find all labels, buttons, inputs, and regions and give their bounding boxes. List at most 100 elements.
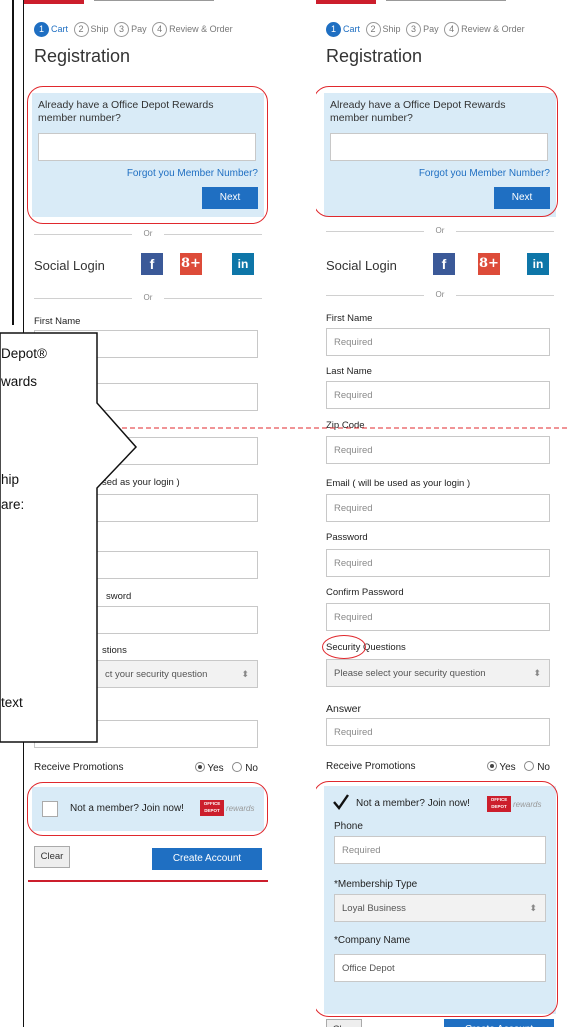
google-plus-icon[interactable]: 8+ [180, 253, 202, 275]
field-placeholder: Required [334, 445, 373, 456]
footer-red-line [28, 880, 268, 882]
clear-button[interactable]: Clear [326, 1019, 362, 1027]
step-number: 1 [326, 22, 341, 37]
step-number: 3 [114, 22, 130, 37]
or-divider: Or [326, 290, 554, 300]
linkedin-icon[interactable]: in [527, 253, 549, 275]
email-label: Email ( will be used as your login ) [326, 478, 471, 489]
confirm-password-field[interactable]: Required [326, 603, 550, 631]
step-ship[interactable]: 2 Ship [73, 22, 109, 37]
header-divider [94, 0, 214, 1]
last-name-field[interactable] [34, 383, 258, 411]
yes-radio[interactable] [194, 762, 205, 772]
step-label: Pay [131, 24, 147, 34]
confirm-password-field[interactable] [34, 606, 258, 634]
no-label: No [537, 762, 550, 773]
field-placeholder: Required [334, 503, 373, 514]
promotions-row: Receive Promotions Yes No [326, 761, 550, 773]
clear-button[interactable]: Clear [34, 846, 70, 868]
promotions-radios: Yes No [189, 762, 258, 774]
facebook-icon[interactable]: f [141, 253, 163, 275]
step-cart[interactable]: 1 Cart [326, 22, 360, 37]
security-questions-label: stions [102, 645, 127, 656]
answer-label: Answer [326, 703, 362, 715]
registration-panel-after: 1 Cart 2 Ship 3 Pay 4 Review & Order Registr… [316, 0, 569, 1027]
brand-strip [24, 0, 84, 4]
step-label: Ship [90, 24, 109, 34]
no-radio[interactable] [232, 762, 243, 772]
answer-field[interactable] [34, 720, 258, 748]
step-cart[interactable]: 1 Cart [34, 22, 68, 37]
field-placeholder: Required [334, 558, 373, 569]
step-label: Review & Order [169, 24, 233, 34]
yes-label: Yes [499, 762, 516, 773]
step-number: 2 [73, 22, 89, 37]
no-label: No [245, 763, 258, 774]
brand-strip [316, 0, 376, 4]
left-frame-border [12, 0, 14, 325]
security-question-select[interactable]: Please select your security question ⬍ [326, 659, 550, 687]
field-placeholder: Required [334, 612, 373, 623]
email-field[interactable]: Required [326, 494, 550, 522]
or-divider: Or [326, 226, 554, 236]
yes-label: Yes [207, 763, 224, 774]
callout-line-3: hip [1, 472, 20, 487]
step-number: 1 [34, 22, 49, 37]
create-account-button[interactable]: Create Account [444, 1019, 554, 1027]
security-question-select[interactable]: ct your security question ⬍ [34, 660, 258, 688]
callout-line-4: are: [1, 497, 25, 512]
email-field[interactable] [34, 494, 258, 522]
checkout-steps: 1 Cart 2 Ship 3 Pay 4 Review & Order [326, 22, 528, 37]
facebook-icon[interactable]: f [433, 253, 455, 275]
step-label: Pay [423, 24, 439, 34]
promotions-label: Receive Promotions [326, 761, 416, 772]
page-title: Registration [34, 46, 131, 66]
step-label: Ship [382, 24, 401, 34]
promotions-radios: Yes No [481, 761, 550, 773]
google-plus-icon[interactable]: 8+ [478, 253, 500, 275]
password-field[interactable] [34, 551, 258, 579]
select-placeholder: Please select your security question [334, 668, 486, 679]
promotions-row: Receive Promotions Yes No [34, 762, 258, 774]
answer-field[interactable]: Required [326, 718, 550, 746]
linkedin-icon[interactable]: in [232, 253, 254, 275]
yes-radio[interactable] [486, 761, 497, 771]
first-name-field[interactable] [34, 330, 258, 358]
field-placeholder: Required [334, 727, 373, 738]
field-placeholder: Required [334, 337, 373, 348]
header-strip [316, 0, 569, 10]
step-number: 4 [444, 22, 460, 37]
confirm-password-label: sword [106, 591, 132, 602]
create-account-button[interactable]: Create Account [152, 848, 262, 870]
select-arrow-icon: ⬍ [241, 669, 249, 679]
highlight-oval [27, 86, 268, 224]
step-label: Cart [51, 24, 69, 34]
highlight-oval [316, 86, 558, 217]
step-number: 3 [406, 22, 422, 37]
promotions-label: Receive Promotions [34, 762, 124, 773]
step-review[interactable]: 4 Review & Order [444, 22, 525, 37]
password-field[interactable]: Required [326, 549, 550, 577]
divider-line [164, 298, 262, 299]
no-radio[interactable] [524, 761, 535, 771]
step-review[interactable]: 4 Review & Order [152, 22, 233, 37]
or-divider: Or [34, 293, 262, 303]
step-pay[interactable]: 3 Pay [406, 22, 439, 37]
callout-line-5: text [1, 695, 23, 710]
first-name-field[interactable]: Required [326, 328, 550, 356]
highlight-oval [27, 782, 268, 836]
zip-code-field[interactable]: Required [326, 436, 550, 464]
field-placeholder: Required [334, 390, 373, 401]
zip-code-field[interactable] [34, 437, 258, 465]
first-name-label: First Name [326, 313, 373, 324]
select-placeholder: ct your security question [105, 669, 208, 680]
step-number: 4 [152, 22, 168, 37]
divider-line [456, 295, 554, 296]
page-title: Registration [326, 46, 423, 66]
divider-line [456, 231, 554, 232]
step-pay[interactable]: 3 Pay [114, 22, 147, 37]
last-name-field[interactable]: Required [326, 381, 550, 409]
header-strip [24, 0, 273, 10]
step-label: Review & Order [461, 24, 525, 34]
step-ship[interactable]: 2 Ship [365, 22, 401, 37]
